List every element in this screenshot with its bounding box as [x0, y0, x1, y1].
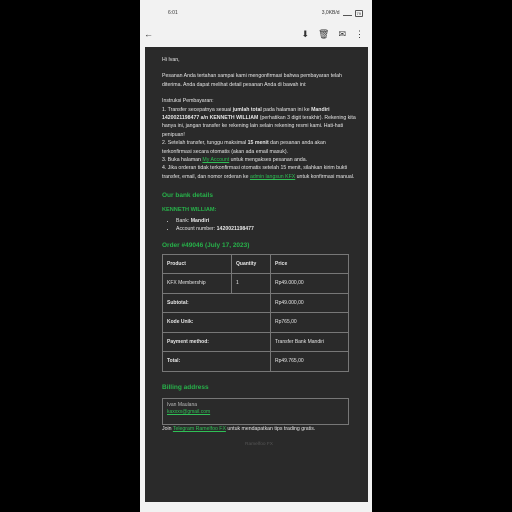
- intro-text: Pesanan Anda tertahan sampai kami mengon…: [162, 73, 342, 88]
- telegram-invite: Join Telegram Ramelfoo FX untuk mendapat…: [162, 425, 316, 432]
- account-number-item: Account number: 1420021198477: [176, 225, 356, 234]
- item-quantity: 1: [231, 273, 271, 294]
- total-value: Rp49.765,00: [270, 351, 349, 372]
- kode-unik-label: Kode Unik:: [162, 312, 271, 333]
- table-row: Total: Rp49.765,00: [162, 351, 349, 372]
- billing-address-box: Ivan Maulana kaxxxx@gmail.com: [162, 397, 349, 425]
- payment-method-label: Payment method:: [162, 331, 271, 353]
- billing-heading: Billing address: [162, 383, 209, 391]
- network-speed: 3,0KB/d: [321, 10, 340, 16]
- item-price: Rp49.000,00: [270, 273, 349, 294]
- signal-icon: [342, 10, 352, 16]
- archive-icon[interactable]: ⬇: [301, 30, 309, 39]
- mail-icon[interactable]: ✉: [338, 30, 346, 39]
- instruction-step-4: 4. Jika orderan tidak terkonfirmasi otom…: [162, 165, 355, 180]
- quantity-header: Quantity: [231, 253, 271, 275]
- bank-account-holder: KENNETH WILLIAM:: [162, 207, 217, 214]
- kode-unik-value: Rp765,00: [270, 312, 349, 333]
- phone-screen: 6:01 3,0KB/d 79 ← ⬇ 🗑 ✉ ⋮ Hi Ivan, Pesan…: [140, 0, 372, 512]
- table-row: KFX Membership 1 Rp49.000,00: [162, 273, 349, 294]
- back-arrow-icon[interactable]: ←: [144, 30, 153, 39]
- email-footer: Ramelfoo FX: [245, 442, 273, 448]
- instructions-title: Instruksi Pembayaran:: [162, 98, 214, 105]
- order-heading: Order #49046 (July 17, 2023): [162, 241, 250, 249]
- product-header: Product: [162, 253, 232, 275]
- instruction-step-3: 3. Buka halaman My Account untuk mengaks…: [162, 157, 308, 164]
- bank-details-heading: Our bank details: [162, 192, 213, 200]
- delete-icon[interactable]: 🗑: [318, 30, 329, 39]
- telegram-link[interactable]: Telegram Ramelfoo FX: [173, 426, 226, 432]
- instruction-step-2: 2. Setelah transfer, tunggu maksimal 15 …: [162, 140, 326, 155]
- more-options-icon[interactable]: ⋮: [355, 30, 364, 39]
- price-header: Price: [270, 253, 349, 275]
- total-label: Total:: [162, 351, 271, 372]
- order-table: Product Quantity Price KFX Membership 1 …: [162, 253, 349, 372]
- admin-link[interactable]: admin langsun KFX: [250, 174, 295, 180]
- instruction-step-1: 1. Transfer secepatnya sesuai jumlah tot…: [162, 106, 356, 138]
- status-time: 6:01: [168, 10, 178, 16]
- subtotal-value: Rp49.000,00: [270, 292, 349, 314]
- subtotal-label: Subtotal:: [162, 292, 271, 314]
- my-account-link[interactable]: My Account: [202, 157, 229, 163]
- billing-email-link[interactable]: kaxxxx@gmail.com: [167, 409, 344, 416]
- table-row: Kode Unik: Rp765,00: [162, 312, 349, 333]
- table-row: Subtotal: Rp49.000,00: [162, 292, 349, 314]
- greeting: Hi Ivan,: [162, 57, 180, 63]
- table-header-row: Product Quantity Price: [162, 253, 349, 275]
- payment-method-value: Transfer Bank Mandiri: [270, 331, 349, 353]
- battery-icon: 79: [354, 9, 363, 17]
- bank-details-list: Bank: Mandiri Account number: 1420021198…: [162, 217, 356, 234]
- email-body: Hi Ivan, Pesanan Anda tertahan sampai ka…: [145, 47, 368, 502]
- email-toolbar: ← ⬇ 🗑 ✉ ⋮: [140, 26, 372, 43]
- billing-name: Ivan Maulana: [167, 401, 198, 408]
- table-row: Payment method: Transfer Bank Mandiri: [162, 331, 349, 353]
- status-bar: 6:01 3,0KB/d 79: [140, 0, 372, 26]
- bank-name-item: Bank: Mandiri: [176, 217, 356, 226]
- item-product: KFX Membership: [162, 273, 232, 294]
